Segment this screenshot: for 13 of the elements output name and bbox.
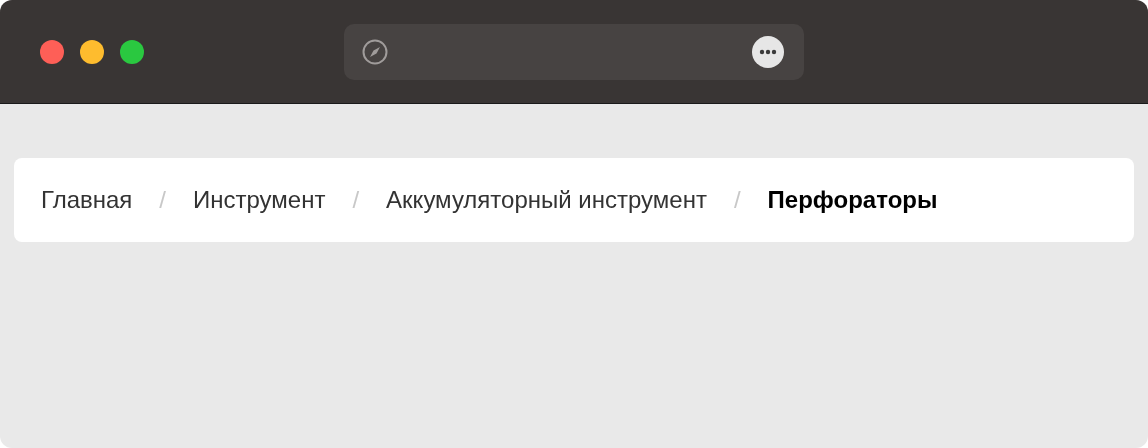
breadcrumb-separator: / bbox=[733, 185, 741, 215]
minimize-window-button[interactable] bbox=[80, 39, 104, 64]
breadcrumb-link[interactable]: Аккумуляторный инструмент bbox=[386, 182, 707, 218]
breadcrumb-separator: / bbox=[352, 185, 360, 215]
current-page-label: Перфораторы bbox=[767, 185, 938, 215]
maximize-window-button[interactable] bbox=[120, 39, 144, 64]
breadcrumb-link[interactable]: Инструмент bbox=[193, 182, 326, 218]
close-window-button[interactable] bbox=[40, 39, 64, 64]
more-options-icon[interactable] bbox=[752, 35, 784, 68]
breadcrumb-link[interactable]: Главная bbox=[41, 182, 133, 218]
breadcrumb-separator: / bbox=[159, 185, 167, 215]
compass-icon bbox=[362, 38, 388, 65]
address-bar[interactable] bbox=[344, 23, 804, 80]
